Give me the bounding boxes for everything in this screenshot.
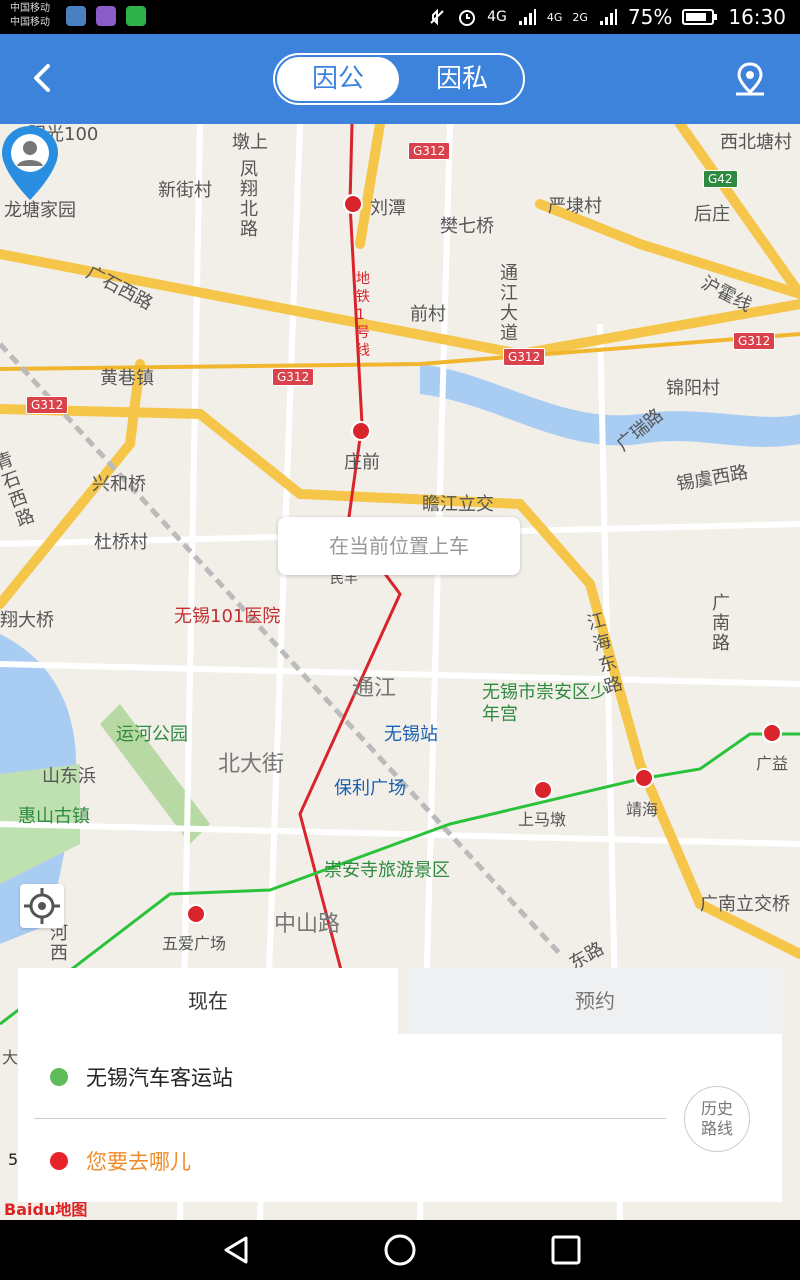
destination-dot-icon: [50, 1152, 68, 1170]
map-label: 崇安寺旅游景区: [324, 860, 450, 881]
map-label: 墩上: [232, 132, 268, 153]
toggle-private-option[interactable]: 因私: [401, 57, 523, 101]
current-location-pin-icon[interactable]: [0, 124, 60, 204]
tab-now[interactable]: 现在: [18, 968, 398, 1038]
app-notification-icon: [66, 6, 86, 26]
system-nav-bar: [0, 1220, 800, 1280]
map-label: 杜桥村: [94, 532, 148, 553]
map-label: 广南立交桥: [700, 894, 790, 915]
carrier-label-2: 中国移动: [10, 17, 50, 28]
recents-square-icon[interactable]: [550, 1234, 582, 1266]
map-label: 凤翔北路: [240, 159, 258, 240]
map-label: 广益: [756, 754, 789, 773]
alarm-icon: [459, 10, 476, 26]
map-label: 通江大道: [500, 263, 518, 344]
map-label: 无锡站: [384, 724, 438, 745]
highway-shield: G312: [408, 142, 451, 160]
signal-icon: [518, 9, 536, 25]
notification-icons: [66, 6, 146, 26]
status-bar: 中国移动 中国移动 4G 4G 2G 75% 16:30: [0, 0, 800, 34]
network-type-1: 4G: [487, 9, 507, 25]
history-routes-button[interactable]: 历史 路线: [684, 1086, 750, 1152]
mute-icon: [430, 8, 444, 26]
highway-shield: G312: [733, 332, 776, 350]
gallery-notification-icon: [96, 6, 116, 26]
map-label: 前村: [410, 304, 446, 325]
origin-dot-icon: [50, 1068, 68, 1086]
highway-shield: G42: [703, 170, 738, 188]
highway-shield: G312: [26, 396, 69, 414]
map-label: 保利广场: [334, 778, 406, 799]
app-header: 因公 因私: [0, 34, 800, 124]
map-label: 靖海: [626, 800, 659, 819]
trip-type-toggle[interactable]: 因公 因私: [273, 53, 525, 105]
home-circle-icon[interactable]: [384, 1234, 416, 1266]
network-type-3: 2G: [572, 10, 588, 24]
map-label: 新街村: [158, 180, 212, 201]
destination-input[interactable]: 您要去哪儿: [86, 1146, 191, 1176]
crosshair-icon: [24, 888, 60, 924]
map-label: 翔大桥: [0, 610, 54, 631]
battery-percent: 75%: [627, 5, 673, 29]
map-label: 运河公园: [116, 724, 188, 745]
map-label: 广南路: [712, 593, 730, 654]
map-label: 黄巷镇: [100, 368, 154, 389]
back-arrow-icon[interactable]: [28, 58, 58, 98]
map-label: 大: [2, 1048, 19, 1067]
map-label: 山东浜: [42, 766, 96, 787]
map-label: 庄前: [344, 452, 380, 473]
wechat-notification-icon: [126, 6, 146, 26]
map-label: 五爱广场: [162, 934, 227, 953]
back-triangle-icon[interactable]: [220, 1234, 252, 1266]
map-label: 西北塘村: [720, 132, 792, 153]
toggle-business-option[interactable]: 因公: [277, 57, 399, 101]
locate-me-button[interactable]: [20, 884, 64, 928]
status-indicators: 4G 4G 2G 75% 16:30: [427, 5, 786, 29]
canal-water: [420, 364, 800, 447]
origin-address[interactable]: 无锡汽车客运站: [86, 1062, 233, 1092]
map-label: 瞻江立交: [422, 494, 494, 515]
clock: 16:30: [728, 5, 786, 29]
map-label: 刘潭: [370, 198, 406, 219]
origin-row[interactable]: 无锡汽车客运站: [18, 1034, 668, 1118]
map-label: 樊七桥: [440, 216, 494, 237]
history-button-line2: 路线: [700, 1119, 733, 1138]
pickup-callout[interactable]: 在当前位置上车: [278, 517, 520, 575]
address-form: 无锡汽车客运站 您要去哪儿 历史 路线: [18, 1034, 782, 1202]
carrier-info: 中国移动 中国移动: [10, 2, 50, 30]
network-type-2: 4G: [546, 10, 563, 24]
highway-shield: G312: [503, 348, 546, 366]
map-label: 河西: [50, 923, 68, 964]
map-label: 通江: [352, 676, 397, 701]
map-label: 地铁1号线: [356, 271, 370, 359]
map-label: 上马墩: [518, 810, 567, 829]
map-label: 后庄: [694, 204, 730, 225]
map-label: 锦阳村: [666, 378, 720, 399]
map-label: 无锡市崇安区少年宫: [482, 682, 608, 725]
signal-icon-2: [599, 9, 617, 25]
history-button-line1: 历史: [700, 1099, 733, 1118]
highway-shield: G312: [272, 368, 315, 386]
map-label: 惠山古镇: [18, 806, 90, 827]
destination-row[interactable]: 您要去哪儿: [18, 1118, 668, 1202]
map-label: 北大街: [218, 752, 285, 777]
map-label: 严埭村: [548, 196, 602, 217]
carrier-label-1: 中国移动: [10, 3, 50, 14]
tab-reserve[interactable]: 预约: [408, 968, 782, 1034]
battery-icon: [682, 9, 718, 25]
map-label: 无锡101医院: [174, 606, 281, 627]
map-label: 中山路: [274, 912, 341, 937]
location-marker-icon[interactable]: [730, 60, 770, 100]
map-scale: 5: [8, 1150, 19, 1169]
time-tabs: 现在 预约: [18, 968, 782, 1038]
map-label: 兴和桥: [92, 474, 146, 495]
trip-panel: 现在 预约 无锡汽车客运站 您要去哪儿 历史 路线: [18, 968, 782, 1202]
